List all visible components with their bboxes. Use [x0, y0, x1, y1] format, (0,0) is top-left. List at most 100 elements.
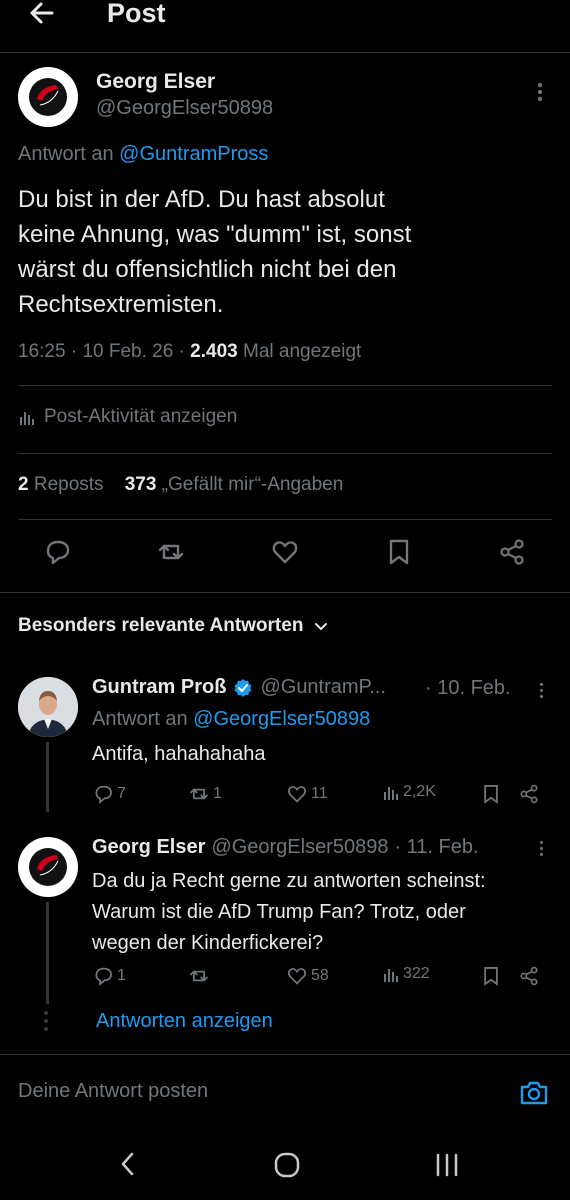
author-avatar[interactable] [18, 67, 78, 127]
reply-views[interactable]: 322 [382, 965, 430, 983]
reply-button[interactable] [42, 537, 72, 567]
home-circle-icon [274, 1152, 300, 1178]
dot-icon [539, 683, 543, 686]
post-time[interactable]: 16:25 [18, 341, 66, 362]
reply-like-button[interactable]: 11 [286, 783, 328, 805]
ellipsis-vertical-icon [44, 1011, 48, 1031]
reply-avatar[interactable] [18, 837, 78, 897]
comment-icon [95, 967, 112, 986]
reply-action-row: 1 58 322 [92, 965, 552, 991]
likes-label: „Gefällt mir“-Angaben [161, 474, 344, 495]
author-handle[interactable]: @GeorgElser50898 [96, 97, 273, 120]
reply-reply-button[interactable]: 7 [92, 783, 126, 805]
view-count: 2.403 [190, 341, 238, 362]
post-text-line: keine Ahnung, was "dumm" ist, sonst [18, 221, 412, 248]
reply-input[interactable]: Deine Antwort posten [18, 1080, 208, 1103]
reply-text: Antifa, hahahahaha [92, 743, 266, 765]
back-button[interactable] [22, 0, 62, 28]
reply-views[interactable]: 2,2K [382, 783, 436, 801]
reply-text-line: Da du ja Recht gerne zu antworten schein… [92, 870, 486, 892]
like-count: 11 [311, 785, 328, 802]
repost-count: 1 [213, 785, 222, 802]
repost-icon [158, 544, 184, 560]
reply-to-handle-link[interactable]: @GeorgElser50898 [193, 708, 370, 730]
thread-line [46, 742, 49, 812]
show-replies-link[interactable]: Antworten anzeigen [96, 1010, 273, 1033]
likes-count: 373 [124, 474, 157, 495]
reposts-label: Reposts [33, 474, 104, 495]
like-count: 58 [311, 967, 329, 984]
engagement-stats: 2 Reposts 373 „Gefällt mir“-Angaben [18, 474, 343, 496]
reply-sort-dropdown[interactable]: Besonders relevante Antworten [18, 615, 329, 637]
post-date[interactable]: 10 Feb. 26 [82, 341, 173, 362]
reply-author-handle[interactable]: @GuntramP... [260, 676, 386, 699]
dot-icon [538, 83, 542, 87]
dot-icon [538, 97, 542, 101]
reposts-stat[interactable]: 2 Reposts [18, 474, 104, 495]
reply-text-line: wegen der Kinderfickerei? [92, 932, 324, 954]
reply-date[interactable]: · 11. Feb. [394, 836, 478, 859]
reply-more-button[interactable] [535, 683, 547, 701]
reply-to-handle-link[interactable]: @GuntramPross [119, 143, 268, 165]
reply-avatar[interactable] [18, 677, 78, 737]
post-activity-link[interactable]: Post-Aktivität anzeigen [18, 406, 237, 428]
reply-author-name[interactable]: Guntram Proß [92, 676, 226, 699]
page-title: Post [107, 0, 166, 28]
section-title: Besonders relevante Antworten [18, 615, 304, 636]
divider [18, 519, 552, 520]
comment-icon [95, 785, 112, 804]
reply-count: 7 [117, 785, 126, 802]
user-photo-icon [18, 677, 78, 737]
view-count: 322 [403, 965, 430, 982]
divider [0, 592, 570, 593]
post-action-row [0, 537, 570, 577]
reply-author-handle[interactable]: @GeorgElser50898 [211, 836, 388, 859]
recents-icon [436, 1153, 458, 1177]
heart-icon [287, 968, 307, 985]
reply-like-button[interactable]: 58 [286, 965, 329, 987]
reply-bookmark-button[interactable] [480, 783, 502, 805]
heart-icon [287, 786, 307, 803]
heart-icon [272, 541, 298, 564]
analytics-icon [384, 969, 398, 982]
system-back-button[interactable] [116, 1149, 140, 1179]
reply-repost-button[interactable] [188, 965, 210, 987]
share-icon [520, 784, 538, 804]
system-recents-button[interactable] [433, 1152, 461, 1178]
reposts-count: 2 [18, 474, 29, 495]
reply-date[interactable]: · 10. Feb. [425, 677, 511, 700]
repost-button[interactable] [156, 537, 186, 567]
bookmark-button[interactable] [384, 537, 414, 567]
system-home-button[interactable] [273, 1151, 301, 1179]
reply-header: Georg Elser @GeorgElser50898 · 11. Feb. [92, 836, 479, 859]
more-options-button[interactable] [534, 83, 546, 104]
reply-bookmark-button[interactable] [480, 965, 502, 987]
reply-reply-button[interactable]: 1 [92, 965, 126, 987]
reply-author-name[interactable]: Georg Elser [92, 836, 205, 859]
share-button[interactable] [497, 537, 527, 567]
post-text-line: Rechtsextremisten. [18, 291, 224, 318]
like-button[interactable] [270, 537, 300, 567]
divider [0, 52, 570, 53]
dot-icon [539, 689, 543, 692]
reply-more-button[interactable] [535, 841, 547, 859]
reply-to-line: Antwort an @GeorgElser50898 [92, 708, 370, 731]
post-meta: 16:25 · 10 Feb. 26 · 2.403 Mal angezeigt [18, 341, 362, 362]
post-text: Du bist in der AfD. Du hast absolut kein… [18, 182, 548, 322]
antifa-logo-icon [19, 838, 77, 896]
camera-button[interactable] [518, 1077, 550, 1109]
arrow-left-icon [30, 2, 54, 24]
reply-share-button[interactable] [518, 783, 540, 805]
likes-stat[interactable]: 373 „Gefällt mir“-Angaben [125, 474, 344, 495]
system-nav-bar [0, 1135, 570, 1200]
reply-share-button[interactable] [518, 965, 540, 987]
dot-icon [539, 853, 543, 856]
author-name[interactable]: Georg Elser [96, 70, 215, 94]
divider [0, 1054, 570, 1055]
reply-text: Da du ja Recht gerne zu antworten schein… [92, 866, 486, 959]
reply-repost-button[interactable]: 1 [188, 783, 222, 805]
antifa-logo-icon [19, 68, 77, 126]
dot-icon [539, 841, 543, 844]
thread-line [46, 902, 49, 1004]
bookmark-icon [484, 785, 498, 804]
